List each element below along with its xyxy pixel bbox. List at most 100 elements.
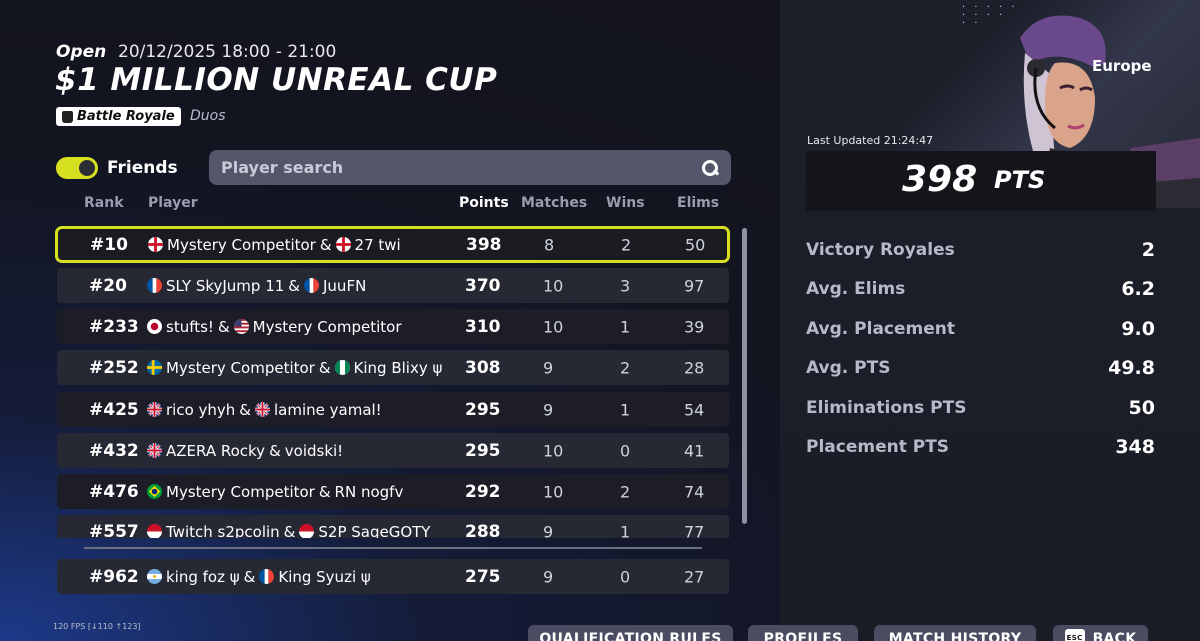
leaderboard-row[interactable]: #962 king foz ψ & King Syuzi ψ 275 9 0 27: [57, 559, 729, 594]
row-elims: 97: [684, 276, 705, 295]
leaderboard-row[interactable]: #10 Mystery Competitor & 27 twi 398 8 2 50: [55, 226, 730, 263]
flag-icon: [147, 524, 162, 538]
row-players: king foz ψ & King Syuzi ψ: [147, 568, 371, 586]
header-elims[interactable]: Elims: [677, 195, 719, 211]
leaderboard-row[interactable]: #20 SLY SkyJump 11 & JuuFN 370 10 3 97: [57, 268, 729, 303]
player-name: Mystery Competitor: [167, 235, 316, 254]
row-elims: 54: [684, 400, 705, 419]
back-button[interactable]: ESC BACK: [1053, 625, 1148, 641]
stat-value: 348: [1115, 436, 1155, 458]
row-elims: 39: [684, 317, 705, 336]
leaderboard-row[interactable]: #252 Mystery Competitor & King Blixy ψ 308 9 2…: [57, 350, 729, 385]
row-players: AZERA Rocky & voidski!: [147, 442, 343, 460]
row-elims: 50: [685, 235, 706, 254]
row-players: Mystery Competitor & RN nogfv: [147, 483, 403, 501]
event-status: Open: [56, 42, 107, 62]
stat-value: 49.8: [1108, 357, 1155, 380]
scrollbar-thumb[interactable]: [742, 228, 747, 524]
row-rank: #476: [89, 481, 139, 502]
row-rank: #557: [89, 521, 139, 539]
row-rank: #20: [89, 275, 127, 296]
row-wins: 3: [620, 276, 631, 295]
row-rank: #252: [89, 357, 139, 378]
row-points: 310: [465, 316, 501, 337]
flag-icon: [147, 402, 162, 417]
last-updated: Last Updated 21:24:47: [807, 134, 934, 147]
row-matches: 9: [543, 400, 554, 419]
player-name: Mystery Competitor: [166, 358, 315, 377]
profiles-label: PROFILES: [763, 631, 843, 641]
qualification-rules-button[interactable]: QUALIFICATION RULES: [528, 625, 733, 641]
row-wins: 2: [620, 482, 631, 501]
player-name: Twitch s2pcolin: [166, 522, 280, 539]
row-players: Mystery Competitor & 27 twi: [148, 236, 401, 254]
row-rank: #962: [89, 566, 139, 587]
points-unit: PTS: [994, 166, 1046, 194]
row-rank: #233: [89, 316, 139, 337]
row-matches: 10: [543, 441, 564, 460]
search-input[interactable]: [221, 158, 701, 177]
flag-icon: [255, 402, 270, 417]
player-name: rico yhyh: [166, 400, 236, 419]
player-name: JuuFN: [323, 276, 367, 295]
search-icon[interactable]: [701, 159, 719, 177]
team-joiner: &: [283, 522, 296, 539]
team-joiner: &: [269, 441, 281, 460]
match-history-label: MATCH HISTORY: [888, 631, 1022, 641]
leaderboard-row[interactable]: #425 rico yhyh & lamine yamal! 295 9 1 54: [57, 392, 729, 427]
team-joiner: &: [318, 358, 331, 377]
player-name: S2P SageGOTY: [318, 522, 431, 539]
flag-icon: [147, 569, 162, 584]
flag-icon: [304, 278, 319, 293]
row-elims: 74: [684, 482, 705, 501]
stat-label: Avg. Elims: [806, 279, 906, 300]
team-type: Duos: [190, 108, 226, 124]
flag-icon: [259, 569, 275, 584]
header-points[interactable]: Points: [459, 195, 509, 211]
row-players: Twitch s2pcolin & S2P SageGOTY: [147, 522, 431, 539]
row-matches: 10: [543, 482, 564, 501]
header-matches[interactable]: Matches: [521, 195, 587, 211]
flag-icon: [147, 443, 162, 458]
flag-icon: [147, 484, 162, 499]
player-name: SLY SkyJump 11: [166, 276, 285, 295]
row-matches: 10: [543, 317, 564, 336]
team-joiner: &: [217, 317, 230, 336]
row-matches: 9: [543, 522, 554, 538]
header-player: Player: [148, 195, 198, 211]
flag-icon: [335, 237, 351, 252]
player-name: lamine yamal!: [274, 400, 382, 419]
row-points: 295: [465, 440, 501, 461]
toggle-knob: [79, 160, 95, 176]
row-rank: #425: [89, 399, 139, 420]
row-points: 308: [465, 357, 501, 378]
team-joiner: &: [239, 400, 251, 419]
flag-icon: [147, 278, 162, 293]
player-name: RN nogfv: [334, 482, 404, 501]
region-label: Europe: [1092, 57, 1152, 75]
player-search[interactable]: [209, 150, 731, 185]
player-name: King Blixy ψ: [353, 358, 443, 377]
row-points: 398: [466, 234, 502, 255]
stat-label: Victory Royales: [806, 240, 955, 260]
team-joiner: &: [288, 276, 300, 295]
leaderboard-row[interactable]: #476 Mystery Competitor & RN nogfv 292 10 2 74: [57, 474, 729, 509]
esc-key-icon: ESC: [1064, 629, 1085, 641]
qualification-rules-label: QUALIFICATION RULES: [539, 631, 722, 641]
friends-toggle[interactable]: [56, 157, 98, 179]
row-elims: 27: [684, 567, 705, 586]
row-wins: 1: [620, 317, 631, 336]
row-matches: 8: [544, 235, 555, 254]
leaderboard-row[interactable]: #557 Twitch s2pcolin & S2P SageGOTY 288 9 1 77: [57, 515, 729, 538]
header-wins[interactable]: Wins: [606, 195, 645, 211]
row-matches: 9: [543, 567, 554, 586]
row-wins: 1: [620, 522, 631, 538]
pinned-divider: [84, 547, 702, 549]
match-history-button[interactable]: MATCH HISTORY: [874, 625, 1036, 641]
row-wins: 0: [620, 441, 631, 460]
leaderboard-row[interactable]: #233 stufts! & Mystery Competitor 310 10 1 39: [57, 309, 729, 344]
leaderboard-row[interactable]: #432 AZERA Rocky & voidski! 295 10 0 41: [57, 433, 729, 468]
profiles-button[interactable]: PROFILES: [748, 625, 858, 641]
row-elims: 77: [684, 522, 705, 538]
back-label: BACK: [1092, 631, 1137, 641]
